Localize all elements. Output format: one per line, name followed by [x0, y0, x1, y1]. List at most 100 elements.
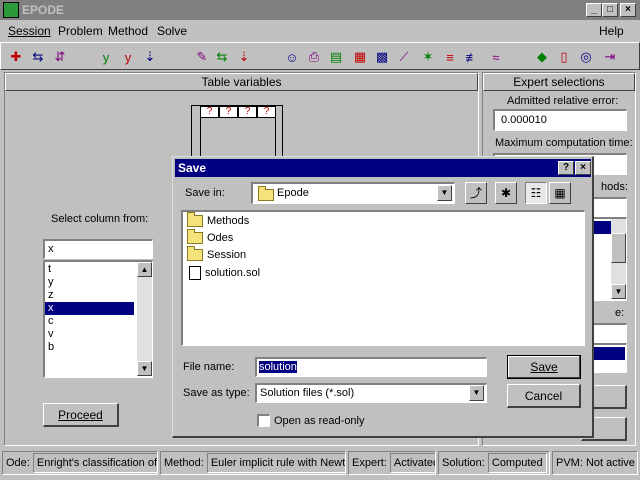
matrix-icon[interactable]: ▩ [371, 46, 393, 68]
menu-session[interactable]: Session [8, 24, 51, 38]
scale-plot-icon[interactable]: ≢ [461, 46, 483, 68]
file-name-label: File name: [183, 361, 235, 373]
column-list-item[interactable]: t [45, 263, 134, 276]
cancel-button[interactable]: Cancel [507, 384, 581, 408]
chevron-down-icon[interactable]: ▼ [469, 385, 484, 401]
column-list[interactable]: ▲ ▼ tyzxcvb [43, 260, 153, 378]
methods-scroll-down-icon[interactable]: ▼ [611, 284, 626, 299]
column-list-item[interactable]: b [45, 341, 134, 354]
minimize-button[interactable]: _ [586, 3, 602, 17]
column-list-scrollbar[interactable]: ▲ ▼ [137, 262, 152, 376]
save-as-value: Solution files (*.sol) [260, 387, 355, 399]
load-icon[interactable]: ⇣ [139, 46, 161, 68]
scroll-down-icon[interactable]: ▼ [137, 361, 152, 376]
column-input[interactable]: x [43, 239, 153, 259]
user-icon[interactable]: ☺ [281, 46, 303, 68]
close-window-button[interactable]: × [620, 3, 636, 17]
list-view-icon[interactable]: ☷ [525, 182, 547, 204]
menu-help[interactable]: Help [599, 24, 624, 38]
expert-value: Activated [389, 453, 435, 474]
readonly-checkbox[interactable] [257, 414, 270, 427]
method-select-icon[interactable]: ⇆ [211, 46, 233, 68]
right-panel-header: Expert selections [483, 73, 635, 91]
folder-icon [258, 186, 274, 201]
rel-error-value: 0.000010 [501, 114, 547, 126]
dialog-close-button[interactable]: × [575, 161, 591, 175]
save-dialog: Save ? × Save in: Epode ▼ ⤴ ✱ ☷ ▦ Method… [172, 156, 594, 438]
solution-value: Computed [487, 453, 547, 474]
book-icon[interactable]: ▯ [553, 46, 575, 68]
ode-value: Enright's classification of st [32, 453, 157, 474]
range-plot-icon[interactable]: ≡ [439, 46, 461, 68]
readonly-label: Open as read-only [274, 415, 365, 427]
toolbar: ✚ ⇆ ⇵ y y ⇣ ✎ ⇆ ⇣ ☺ ⎙ ▤ ▦ ▩ ⟋ ✶ ≡ ≢ ≈ ◆ ▯ ◎ ⇥ [0, 42, 640, 70]
chart-icon[interactable]: ⟋ [393, 46, 415, 68]
help-circle-icon[interactable]: ◎ [575, 46, 597, 68]
wave-plot-icon[interactable]: ≈ [485, 46, 507, 68]
column-list-item[interactable]: x [45, 302, 134, 315]
status-expert: Expert: Activated [348, 451, 436, 475]
file-list[interactable]: Methods Odes Session solution.sol [181, 210, 585, 346]
menu-solve[interactable]: Solve [157, 24, 187, 38]
file-icon [189, 266, 201, 280]
file-list-item[interactable]: Odes [187, 229, 233, 245]
expert-icon[interactable]: ◆ [531, 46, 553, 68]
grid-icon[interactable]: ▦ [349, 46, 371, 68]
folder-icon [187, 229, 203, 245]
scroll-up-icon[interactable]: ▲ [137, 262, 152, 277]
dialog-title-bar: Save ? × [175, 159, 591, 177]
exit-icon[interactable]: ⇥ [599, 46, 621, 68]
save-in-dropdown[interactable]: Epode ▼ [251, 182, 455, 204]
menu-problem[interactable]: Problem [58, 24, 103, 38]
file-list-item[interactable]: Session [187, 246, 246, 262]
edit-function-icon[interactable]: y [95, 46, 117, 68]
open-problem-icon[interactable]: ⇵ [49, 46, 71, 68]
printer-icon[interactable]: ⎙ [303, 46, 325, 68]
file-list-item[interactable]: solution.sol [187, 266, 260, 280]
table-header-cell: ? [238, 106, 257, 118]
pencil-icon[interactable]: ✎ [191, 46, 213, 68]
menu-method[interactable]: Method [108, 24, 148, 38]
left-panel-header: Table variables [5, 73, 478, 91]
rel-error-input[interactable]: 0.000010 [493, 109, 627, 131]
phase-plot-icon[interactable]: ✶ [417, 46, 439, 68]
status-ode: Ode: Enright's classification of st [2, 451, 158, 475]
up-folder-icon[interactable]: ⤴ [465, 182, 487, 204]
folder-icon [187, 246, 203, 262]
column-list-item[interactable]: y [45, 276, 134, 289]
window-title: EPODE [22, 3, 65, 17]
methods-scrollbar[interactable]: ▼ [611, 219, 626, 299]
save-as-dropdown[interactable]: Solution files (*.sol) ▼ [255, 383, 487, 403]
chevron-down-icon[interactable]: ▼ [437, 185, 452, 201]
menu-bar: Session Problem Method Solve Help [0, 21, 640, 41]
save-in-value: Epode [277, 187, 309, 199]
select-column-label: Select column from: [51, 213, 149, 225]
status-pvm: PVM: Not active [552, 451, 638, 475]
column-list-item[interactable]: c [45, 315, 134, 328]
file-list-item[interactable]: Methods [187, 212, 249, 228]
dialog-help-button[interactable]: ? [558, 161, 574, 175]
pvm-value: Not active [585, 457, 635, 469]
details-view-icon[interactable]: ▦ [549, 182, 571, 204]
table-icon[interactable]: ▤ [325, 46, 347, 68]
table-header-cell: ? [257, 106, 276, 118]
maximize-button[interactable]: □ [602, 3, 618, 17]
e-label: e: [615, 307, 625, 319]
column-list-item[interactable]: z [45, 289, 134, 302]
new-folder-icon[interactable]: ✱ [495, 182, 517, 204]
new-problem-icon[interactable]: ✚ [5, 46, 27, 68]
status-solution: Solution: Computed [438, 451, 550, 475]
dialog-title: Save [178, 161, 207, 175]
save-problem-icon[interactable]: ⇆ [27, 46, 49, 68]
method-load-icon[interactable]: ⇣ [233, 46, 255, 68]
method-value: Euler implicit rule with Newton [206, 453, 345, 474]
table-header-cell: ? [200, 106, 219, 118]
proceed-button[interactable]: Proceed [43, 403, 119, 427]
save-button[interactable]: Save [507, 355, 581, 379]
save-as-label: Save as type: [183, 387, 250, 399]
edit-jacobian-icon[interactable]: y [117, 46, 139, 68]
column-list-item[interactable]: v [45, 328, 134, 341]
folder-icon [187, 212, 203, 228]
table-header-cell: ? [219, 106, 238, 118]
file-name-input[interactable]: solution [255, 357, 487, 377]
